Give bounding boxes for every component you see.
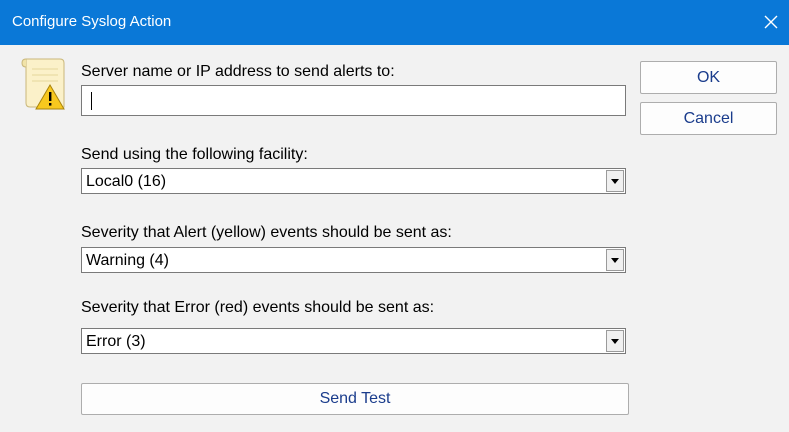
facility-dropdown-button[interactable] (606, 170, 624, 192)
close-button[interactable] (757, 8, 785, 36)
dropdown-arrow-icon (611, 178, 619, 184)
close-icon (764, 15, 778, 29)
alert-severity-dropdown-button[interactable] (606, 249, 624, 271)
send-test-button[interactable]: Send Test (81, 383, 629, 415)
document-warning-icon (21, 58, 65, 110)
alert-severity-label: Severity that Alert (yellow) events shou… (81, 224, 452, 241)
error-severity-select[interactable]: Error (3) (81, 328, 626, 354)
ok-button[interactable]: OK (640, 61, 777, 94)
facility-selected: Local0 (16) (86, 173, 167, 190)
facility-label: Send using the following facility: (81, 146, 308, 163)
alert-severity-select[interactable]: Warning (4) (81, 247, 626, 273)
server-label: Server name or IP address to send alerts… (81, 63, 395, 80)
window-title: Configure Syslog Action (12, 13, 172, 30)
facility-select[interactable]: Local0 (16) (81, 168, 626, 194)
dropdown-arrow-icon (611, 338, 619, 344)
error-severity-label: Severity that Error (red) events should … (81, 299, 435, 316)
server-input[interactable] (82, 86, 625, 115)
text-caret (91, 92, 92, 110)
cancel-button[interactable]: Cancel (640, 102, 777, 135)
error-severity-selected: Error (3) (86, 333, 146, 350)
server-field[interactable] (81, 85, 626, 116)
dropdown-arrow-icon (611, 257, 619, 263)
error-severity-dropdown-button[interactable] (606, 330, 624, 352)
title-bar: Configure Syslog Action (0, 0, 789, 45)
alert-severity-selected: Warning (4) (86, 252, 169, 269)
